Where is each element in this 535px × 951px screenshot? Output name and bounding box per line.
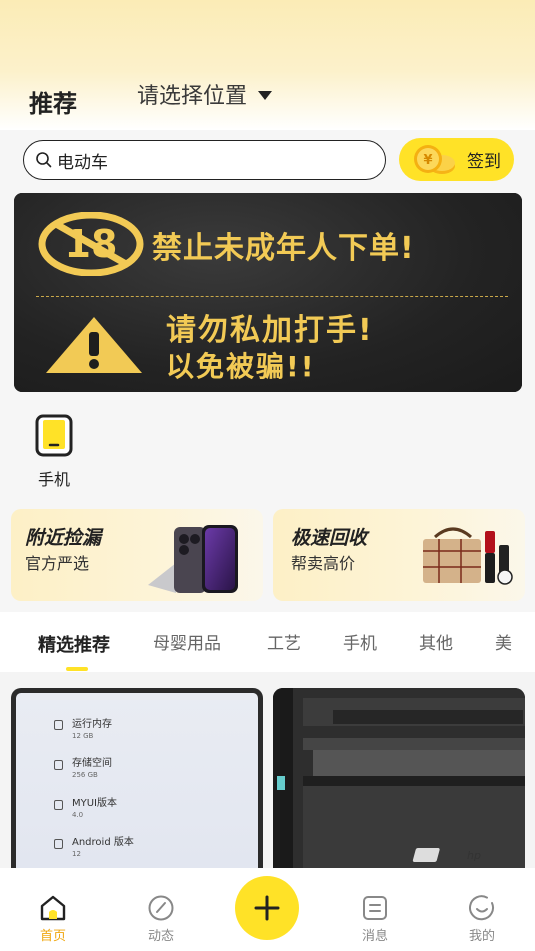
tab-baby-products[interactable]: 母婴用品 [153, 629, 221, 654]
spec-value: 256 GB [72, 771, 98, 779]
banner[interactable]: 18 禁止未成年人下单! 请勿私加打手! 以免被骗!! [14, 193, 522, 392]
under-18-prohibited-icon: 18 [38, 212, 144, 276]
tab-phones[interactable]: 手机 [343, 629, 377, 654]
banner-line3: 以免被骗!! [166, 350, 316, 383]
nav-label: 首页 [39, 929, 66, 944]
banner-line1: 禁止未成年人下单! [152, 231, 415, 266]
spec-label: 运行内存 [72, 719, 112, 730]
tab-beauty[interactable]: 美 [495, 629, 512, 654]
location-label: 请选择位置 [137, 84, 248, 109]
nav-label: 动态 [147, 929, 174, 944]
checkin-label: 签到 [467, 152, 501, 172]
header: 推荐 请选择位置 [0, 0, 535, 130]
spec-value: 12 [72, 850, 81, 858]
search-input[interactable]: 电动车 [23, 140, 386, 180]
product-feed: 运行内存 12 GB 存储空间 256 GB MYUI版本 4.0 Androi… [0, 672, 535, 868]
tab-crafts[interactable]: 工艺 [267, 629, 301, 654]
page-title: 推荐 [29, 90, 77, 118]
active-tab-indicator [66, 667, 88, 671]
spec-row: 存储空间 256 GB [72, 754, 112, 779]
android-icon [54, 839, 63, 849]
category-phone[interactable]: 手机 [33, 414, 75, 490]
caret-down-icon [258, 90, 273, 100]
iphone-image [148, 525, 238, 593]
message-icon [363, 896, 387, 920]
compass-icon [148, 895, 174, 921]
promo-nearby[interactable]: 附近捡漏 官方严选 [11, 509, 263, 601]
publish-button[interactable] [235, 876, 299, 940]
tab-other[interactable]: 其他 [419, 629, 453, 654]
search-icon [36, 152, 52, 168]
product-card[interactable]: hp [273, 688, 525, 868]
promo-title: 附近捡漏 [25, 527, 102, 549]
promo-subtitle: 帮卖高价 [291, 554, 356, 573]
coin-icon: ¥ [414, 144, 455, 174]
nav-feed[interactable]: 动态 [131, 894, 191, 944]
nav-messages[interactable]: 消息 [345, 894, 405, 944]
promo-title: 极速回收 [291, 527, 368, 549]
product-card[interactable]: 运行内存 12 GB 存储空间 256 GB MYUI版本 4.0 Androi… [11, 688, 263, 868]
phone-icon [35, 414, 73, 457]
nav-label: 我的 [468, 929, 495, 944]
search-value: 电动车 [57, 152, 108, 173]
category-label: 手机 [37, 470, 70, 489]
home-icon [40, 895, 66, 921]
tab-featured[interactable]: 精选推荐 [38, 631, 110, 657]
spec-value: 4.0 [72, 811, 84, 819]
promo-recycle[interactable]: 极速回收 帮卖高价 [273, 509, 525, 601]
plus-icon [254, 895, 280, 921]
storage-icon [54, 760, 63, 770]
banner-line2: 请勿私加打手! [166, 313, 374, 348]
spec-label: MYUI版本 [72, 798, 118, 809]
banner-divider [36, 296, 508, 297]
spec-label: 存储空间 [72, 758, 112, 769]
warning-icon [46, 317, 142, 373]
spec-row: Android 版本 12 [72, 833, 134, 858]
printer-image: hp [273, 688, 525, 868]
svg-text:¥: ¥ [423, 153, 432, 168]
spec-value: 12 GB [72, 732, 94, 740]
spec-row: 运行内存 12 GB [72, 715, 112, 740]
svg-text:hp: hp [467, 849, 481, 862]
category-tabs: 精选推荐 母婴用品 工艺 手机 其他 美 [0, 612, 535, 672]
location-selector[interactable]: 请选择位置 [137, 78, 273, 110]
luxury-goods-image [423, 527, 513, 585]
myui-icon [54, 800, 63, 810]
nav-home[interactable]: 首页 [23, 894, 83, 944]
memory-icon [54, 720, 63, 730]
profile-icon [469, 895, 494, 921]
checkin-button[interactable]: ¥ 签到 [399, 138, 514, 181]
spec-label: Android 版本 [72, 837, 134, 848]
nav-label: 消息 [361, 929, 388, 944]
nav-profile[interactable]: 我的 [452, 894, 512, 944]
spec-row: MYUI版本 4.0 [72, 794, 117, 819]
promo-subtitle: 官方严选 [25, 554, 90, 573]
